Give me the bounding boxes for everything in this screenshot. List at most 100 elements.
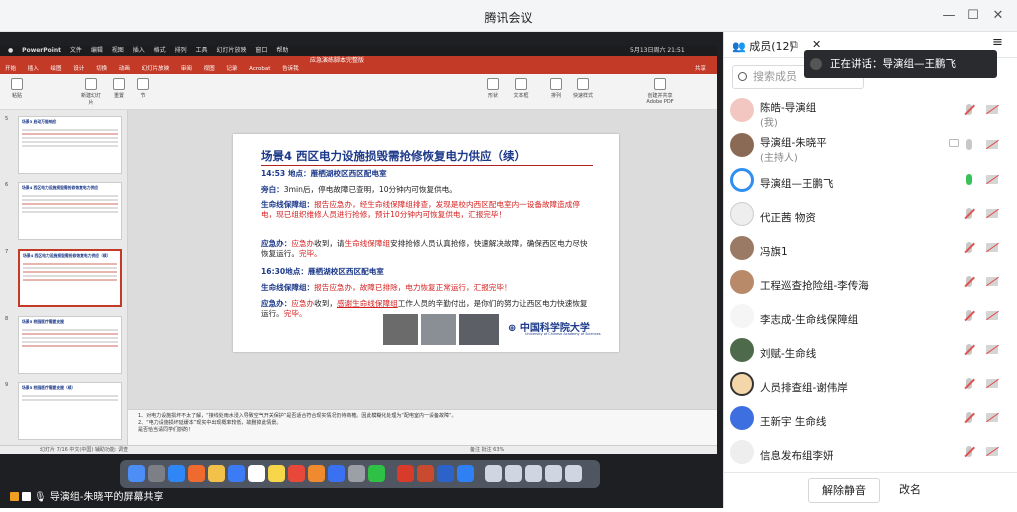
camera-off-icon[interactable] xyxy=(986,277,998,286)
mac-menu-5[interactable]: 格式 xyxy=(154,47,166,54)
settings-icon[interactable] xyxy=(348,465,365,482)
mic-muted-icon[interactable] xyxy=(966,310,972,321)
mic-idle-icon[interactable] xyxy=(966,139,972,150)
ppt-tab-3[interactable]: 设计 xyxy=(73,66,84,72)
ppt-tab-5[interactable]: 动画 xyxy=(119,66,130,72)
panel-popout-icon[interactable]: ⧉ xyxy=(790,38,798,52)
mac-menu-8[interactable]: 幻灯片放映 xyxy=(216,47,246,54)
music-icon[interactable] xyxy=(288,465,305,482)
camera-off-icon[interactable] xyxy=(986,209,998,218)
ppt-tab-4[interactable]: 切换 xyxy=(96,66,107,72)
ppt-tab-1[interactable]: 插入 xyxy=(28,66,39,72)
safari-icon[interactable] xyxy=(168,465,185,482)
ppt-tab-2[interactable]: 绘图 xyxy=(51,66,62,72)
mic-muted-icon[interactable] xyxy=(966,344,972,355)
mac-menu-10[interactable]: 帮助 xyxy=(276,47,288,54)
wechat-icon[interactable] xyxy=(368,465,385,482)
camera-off-icon[interactable] xyxy=(986,105,998,114)
quick-style-button[interactable]: 快速样式 xyxy=(572,78,594,99)
ppt-tab-10[interactable]: Acrobat xyxy=(249,66,270,72)
member-row[interactable]: 信息发布组李妍 xyxy=(724,436,1017,474)
camera-off-icon[interactable] xyxy=(986,175,998,184)
tencent-meeting-icon[interactable] xyxy=(456,465,474,482)
window-preview-icon[interactable] xyxy=(565,465,582,482)
mic-muted-icon[interactable] xyxy=(966,208,972,219)
member-row[interactable]: 陈皓-导演组 (我) xyxy=(724,94,1017,132)
ppt-tab-6[interactable]: 幻灯片放映 xyxy=(142,66,170,72)
window-preview-icon[interactable] xyxy=(505,465,522,482)
textbox-button[interactable]: 文本框 xyxy=(510,78,532,99)
section-button[interactable]: 节 xyxy=(132,78,154,99)
camera-off-icon[interactable] xyxy=(986,413,998,422)
slide-thumbnail[interactable]: 场景5 校园医疗需要支援 xyxy=(18,316,122,374)
mic-muted-icon[interactable] xyxy=(966,378,972,389)
mac-menu-9[interactable]: 窗口 xyxy=(255,47,267,54)
member-row[interactable]: 工程巡查抢险组-李传海 xyxy=(724,266,1017,304)
slide-thumbnail[interactable]: 场景4 西区电力设施损毁需抢修恢复电力供应 xyxy=(18,182,122,240)
ppt-tab-8[interactable]: 视图 xyxy=(204,66,215,72)
powerpoint-icon[interactable] xyxy=(416,465,434,482)
appstore-icon[interactable] xyxy=(228,465,245,482)
camera-off-icon[interactable] xyxy=(986,379,998,388)
finder-icon[interactable] xyxy=(128,465,145,482)
camera-off-icon[interactable] xyxy=(986,243,998,252)
pages-icon[interactable] xyxy=(308,465,325,482)
firefox-icon[interactable] xyxy=(188,465,205,482)
window-preview-icon[interactable] xyxy=(485,465,502,482)
window-preview-icon[interactable] xyxy=(545,465,562,482)
word-icon[interactable] xyxy=(436,465,454,482)
notes-icon[interactable] xyxy=(268,465,285,482)
slide-thumbnail[interactable]: 场景3 启动万能响应 xyxy=(18,116,122,174)
new-slide-button[interactable]: 新建幻灯片 xyxy=(80,78,102,106)
camera-off-icon[interactable] xyxy=(986,140,998,149)
member-row[interactable]: 刘赋-生命线 xyxy=(724,334,1017,372)
calendar-icon[interactable] xyxy=(248,465,265,482)
adobe-pdf-button[interactable]: 创建并共享 Adobe PDF xyxy=(640,78,680,105)
photos-icon[interactable] xyxy=(208,465,225,482)
mac-menu-3[interactable]: 视图 xyxy=(112,47,124,54)
acrobat-icon[interactable] xyxy=(396,465,414,482)
shape-button[interactable]: 形状 xyxy=(482,78,504,99)
keynote-icon[interactable] xyxy=(328,465,345,482)
camera-off-icon[interactable] xyxy=(986,311,998,320)
members-tab[interactable]: 👥 成员(12) xyxy=(732,38,794,54)
mic-muted-icon[interactable] xyxy=(966,412,972,423)
paste-button[interactable]: 粘贴 xyxy=(6,78,28,99)
ppt-share-button[interactable]: 共享 xyxy=(695,65,706,74)
reset-button[interactable]: 重置 xyxy=(108,78,130,99)
mac-menu-1[interactable]: 文件 xyxy=(70,47,82,54)
slide-thumbnail[interactable]: 场景5 校园医疗需要支援（续） xyxy=(18,382,122,440)
maximize-button[interactable]: ☐ xyxy=(964,7,982,25)
mac-menu-6[interactable]: 排列 xyxy=(175,47,187,54)
arrange-button[interactable]: 排列 xyxy=(545,78,567,99)
mic-muted-icon[interactable] xyxy=(966,276,972,287)
member-row[interactable]: 代正茜 物资 xyxy=(724,198,1017,236)
mac-menu-2[interactable]: 编辑 xyxy=(91,47,103,54)
member-row[interactable]: 导演组—王鹏飞 xyxy=(724,164,1017,202)
mic-muted-icon[interactable] xyxy=(966,242,972,253)
speaker-notes[interactable]: 1、对电力设施损坏不太了解，“接线处雨水浸入导致空气开关保护”是否适合符合现实情… xyxy=(128,409,717,445)
close-button[interactable]: ✕ xyxy=(989,7,1007,25)
ppt-tab-11[interactable]: 告诉我 xyxy=(282,66,299,72)
camera-off-icon[interactable] xyxy=(986,345,998,354)
camera-off-icon[interactable] xyxy=(986,447,998,456)
member-row[interactable]: 冯旗1 xyxy=(724,232,1017,270)
member-row[interactable]: 王新宇 生命线 xyxy=(724,402,1017,440)
mic-muted-icon[interactable] xyxy=(966,104,972,115)
window-preview-icon[interactable] xyxy=(525,465,542,482)
mic-muted-icon[interactable] xyxy=(966,446,972,457)
ppt-tab-0[interactable]: 开始 xyxy=(5,66,16,72)
minimize-button[interactable]: — xyxy=(940,7,958,25)
current-slide[interactable]: 场景4 西区电力设施损毁需抢修恢复电力供应（续） 14:53 地点：雁栖湖校区西… xyxy=(233,134,619,352)
mac-menu-4[interactable]: 插入 xyxy=(133,47,145,54)
member-row[interactable]: 人员排查组-谢伟岸 xyxy=(724,368,1017,406)
slide-thumbnail-selected[interactable]: 场景4 西区电力设施损毁需抢修恢复电力供应（续） xyxy=(18,249,122,307)
member-row[interactable]: 导演组-朱晓平 (主持人) xyxy=(724,129,1017,167)
panel-menu-icon[interactable]: ≡ xyxy=(992,35,1003,50)
ppt-tab-7[interactable]: 审阅 xyxy=(181,66,192,72)
launchpad-icon[interactable] xyxy=(148,465,165,482)
mac-menu-0[interactable]: PowerPoint xyxy=(22,47,61,54)
member-row[interactable]: 李志成-生命线保障组 xyxy=(724,300,1017,338)
rename-button[interactable]: 改名 xyxy=(888,478,932,503)
mac-menu-7[interactable]: 工具 xyxy=(196,47,208,54)
